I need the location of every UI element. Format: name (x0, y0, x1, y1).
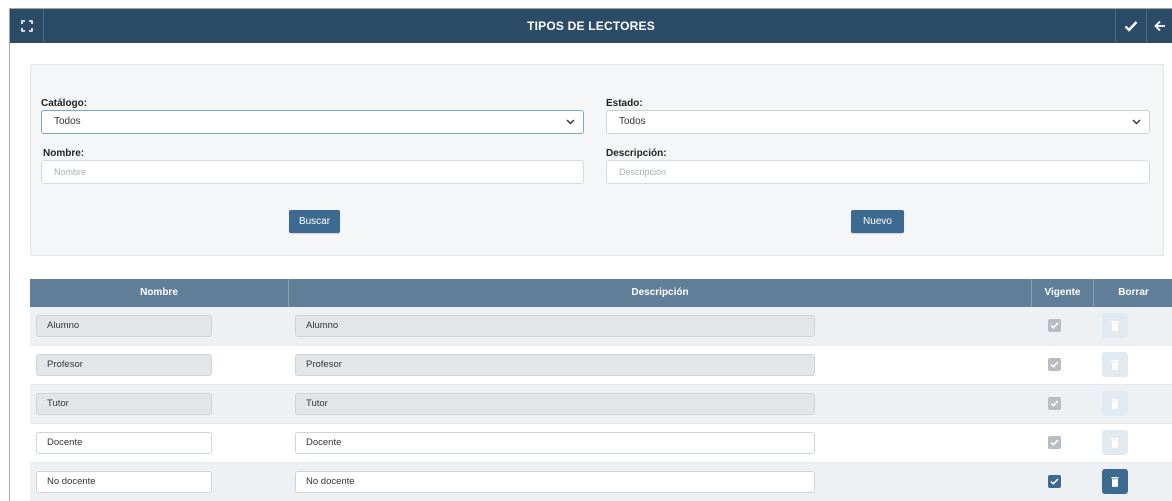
delete-button[interactable] (1102, 469, 1128, 494)
estado-label: Estado: (606, 98, 643, 109)
nuevo-button[interactable]: Nuevo (851, 210, 904, 233)
title-bar: TIPOS DE LECTORES (10, 9, 1172, 43)
vigente-checkbox (1048, 436, 1061, 449)
delete-button-disabled (1102, 430, 1128, 455)
table-row: Profesor Profesor (30, 346, 1172, 385)
vigente-checkbox[interactable] (1048, 475, 1061, 488)
trash-icon (1111, 437, 1119, 448)
back-arrow-icon[interactable] (1146, 9, 1172, 43)
catalogo-label: Catálogo: (41, 98, 88, 109)
page-title: TIPOS DE LECTORES (527, 19, 655, 33)
estado-value: Todos (619, 116, 646, 127)
table-row: No docente No docente (30, 463, 1172, 501)
estado-select[interactable]: Todos (606, 110, 1150, 134)
catalogo-value: Todos (54, 116, 81, 127)
trash-icon (1111, 398, 1119, 409)
descripcion-label: Descripción: (606, 148, 667, 159)
chevron-down-icon (1129, 115, 1143, 129)
row-descripcion-field: Profesor (295, 354, 815, 376)
column-header-nombre[interactable]: Nombre (30, 279, 289, 307)
table-row: Tutor Tutor (30, 385, 1172, 424)
row-nombre-field: Alumno (36, 315, 212, 337)
delete-button-disabled (1102, 391, 1128, 416)
vigente-checkbox (1048, 397, 1061, 410)
catalogo-select[interactable]: Todos (41, 110, 584, 134)
buscar-button[interactable]: Buscar (289, 210, 340, 233)
descripcion-input[interactable]: Descripción (606, 160, 1150, 184)
row-nombre-field: Profesor (36, 354, 212, 376)
app-window: TIPOS DE LECTORES Catálogo: Todos Estado… (9, 8, 1172, 501)
table-row: Alumno Alumno (30, 307, 1172, 346)
table-row: Docente Docente (30, 424, 1172, 463)
delete-button-disabled (1102, 313, 1128, 338)
vigente-checkbox (1048, 358, 1061, 371)
row-descripcion-field: Alumno (295, 315, 815, 337)
filter-panel: Catálogo: Todos Estado: Todos Nombre: No… (30, 64, 1164, 256)
row-nombre-input[interactable]: No docente (36, 471, 212, 493)
vigente-checkbox (1048, 319, 1061, 332)
trash-icon (1111, 320, 1119, 331)
check-icon[interactable] (1115, 9, 1145, 43)
row-nombre-field: Tutor (36, 393, 212, 415)
table-header: Nombre Descripción Vigente Borrar (30, 279, 1172, 307)
row-descripcion-field: Tutor (295, 393, 815, 415)
chevron-down-icon (563, 115, 577, 129)
delete-button-disabled (1102, 352, 1128, 377)
row-nombre-input[interactable]: Docente (36, 432, 212, 454)
column-header-descripcion[interactable]: Descripción (289, 279, 1032, 307)
trash-icon (1111, 476, 1119, 487)
column-header-borrar: Borrar (1118, 287, 1149, 298)
row-descripcion-input[interactable]: No docente (295, 471, 815, 493)
column-header-vigente[interactable]: Vigente (1032, 279, 1094, 307)
nombre-label: Nombre: (43, 148, 85, 159)
nombre-input[interactable]: Nombre (41, 160, 584, 184)
trash-icon (1111, 359, 1119, 370)
row-descripcion-input[interactable]: Docente (295, 432, 815, 454)
